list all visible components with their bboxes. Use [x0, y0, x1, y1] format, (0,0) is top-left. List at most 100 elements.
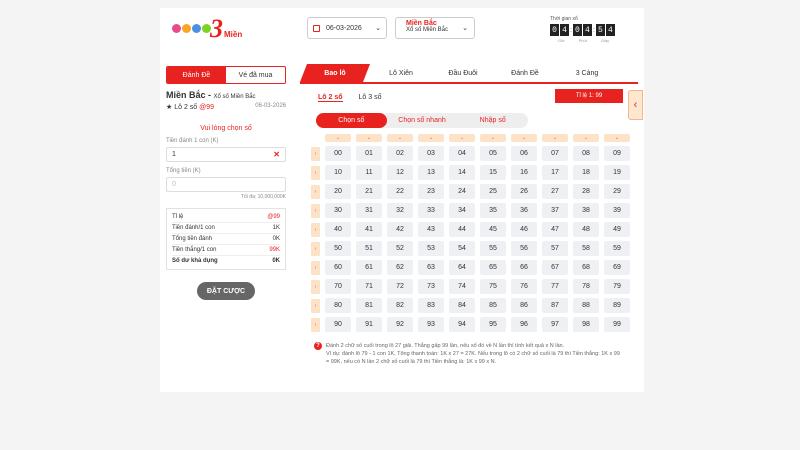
number-cell[interactable]: 05 — [480, 146, 506, 161]
number-cell[interactable]: 75 — [480, 279, 506, 294]
number-cell[interactable]: 22 — [387, 184, 413, 199]
select-column-button[interactable]: ⌄ — [449, 134, 475, 142]
number-cell[interactable]: 08 — [573, 146, 599, 161]
number-cell[interactable]: 87 — [542, 298, 568, 313]
collapse-panel-button[interactable]: ‹ — [628, 90, 643, 120]
number-cell[interactable]: 72 — [387, 279, 413, 294]
number-cell[interactable]: 36 — [511, 203, 537, 218]
number-cell[interactable]: 20 — [325, 184, 351, 199]
number-cell[interactable]: 41 — [356, 222, 382, 237]
number-cell[interactable]: 49 — [604, 222, 630, 237]
select-column-button[interactable]: ⌄ — [480, 134, 506, 142]
number-cell[interactable]: 33 — [418, 203, 444, 218]
subtab-lo-2-so[interactable]: Lô 2 số — [318, 94, 343, 102]
number-cell[interactable]: 06 — [511, 146, 537, 161]
number-cell[interactable]: 80 — [325, 298, 351, 313]
number-cell[interactable]: 86 — [511, 298, 537, 313]
number-cell[interactable]: 42 — [387, 222, 413, 237]
mode-chon-so[interactable]: Chọn số — [316, 113, 387, 128]
number-cell[interactable]: 96 — [511, 317, 537, 332]
number-cell[interactable]: 26 — [511, 184, 537, 199]
number-cell[interactable]: 17 — [542, 165, 568, 180]
number-cell[interactable]: 24 — [449, 184, 475, 199]
number-cell[interactable]: 68 — [573, 260, 599, 275]
select-column-button[interactable]: ⌄ — [387, 134, 413, 142]
number-cell[interactable]: 95 — [480, 317, 506, 332]
number-cell[interactable]: 29 — [604, 184, 630, 199]
number-cell[interactable]: 31 — [356, 203, 382, 218]
number-cell[interactable]: 44 — [449, 222, 475, 237]
number-cell[interactable]: 56 — [511, 241, 537, 256]
clear-icon[interactable]: ✕ — [273, 150, 280, 159]
number-cell[interactable]: 98 — [573, 317, 599, 332]
region-select[interactable]: Miền Bắc Xổ số Miền Bắc ⌄ — [395, 17, 475, 39]
number-cell[interactable]: 57 — [542, 241, 568, 256]
number-cell[interactable]: 53 — [418, 241, 444, 256]
number-cell[interactable]: 13 — [418, 165, 444, 180]
select-row-button[interactable]: › — [311, 279, 320, 294]
number-cell[interactable]: 70 — [325, 279, 351, 294]
number-cell[interactable]: 39 — [604, 203, 630, 218]
number-cell[interactable]: 19 — [604, 165, 630, 180]
select-column-button[interactable]: ⌄ — [573, 134, 599, 142]
select-row-button[interactable]: › — [311, 317, 320, 332]
select-row-button[interactable]: › — [311, 222, 320, 237]
number-cell[interactable]: 71 — [356, 279, 382, 294]
number-cell[interactable]: 23 — [418, 184, 444, 199]
select-row-button[interactable]: › — [311, 165, 320, 180]
number-cell[interactable]: 40 — [325, 222, 351, 237]
number-cell[interactable]: 09 — [604, 146, 630, 161]
number-cell[interactable]: 60 — [325, 260, 351, 275]
number-cell[interactable]: 02 — [387, 146, 413, 161]
number-cell[interactable]: 94 — [449, 317, 475, 332]
number-cell[interactable]: 32 — [387, 203, 413, 218]
per-unit-input[interactable]: 1 ✕ — [166, 147, 286, 162]
tab-dau-duoi[interactable]: Đầu Đuôi — [432, 64, 494, 82]
tab-bao-lo[interactable]: Bao lô — [300, 64, 370, 82]
number-cell[interactable]: 69 — [604, 260, 630, 275]
select-column-button[interactable]: ⌄ — [325, 134, 351, 142]
select-row-button[interactable]: › — [311, 260, 320, 275]
subtab-lo-3-so[interactable]: Lô 3 số — [359, 94, 382, 102]
tab-ve-da-mua[interactable]: Vé đã mua — [226, 67, 285, 83]
number-cell[interactable]: 91 — [356, 317, 382, 332]
number-cell[interactable]: 84 — [449, 298, 475, 313]
number-cell[interactable]: 27 — [542, 184, 568, 199]
select-row-button[interactable]: › — [311, 203, 320, 218]
number-cell[interactable]: 46 — [511, 222, 537, 237]
number-cell[interactable]: 38 — [573, 203, 599, 218]
number-cell[interactable]: 76 — [511, 279, 537, 294]
number-cell[interactable]: 34 — [449, 203, 475, 218]
number-cell[interactable]: 93 — [418, 317, 444, 332]
number-cell[interactable]: 43 — [418, 222, 444, 237]
number-cell[interactable]: 83 — [418, 298, 444, 313]
number-cell[interactable]: 90 — [325, 317, 351, 332]
number-cell[interactable]: 03 — [418, 146, 444, 161]
number-cell[interactable]: 07 — [542, 146, 568, 161]
mode-chon-so-nhanh[interactable]: Chọn số nhanh — [387, 113, 458, 128]
number-cell[interactable]: 97 — [542, 317, 568, 332]
tab-3-cang[interactable]: 3 Càng — [556, 64, 618, 82]
select-row-button[interactable]: › — [311, 184, 320, 199]
number-cell[interactable]: 50 — [325, 241, 351, 256]
total-input[interactable]: 0 — [166, 177, 286, 192]
number-cell[interactable]: 30 — [325, 203, 351, 218]
number-cell[interactable]: 28 — [573, 184, 599, 199]
number-cell[interactable]: 73 — [418, 279, 444, 294]
date-picker[interactable]: 06-03-2026 ⌄ — [307, 17, 387, 39]
select-column-button[interactable]: ⌄ — [542, 134, 568, 142]
number-cell[interactable]: 61 — [356, 260, 382, 275]
number-cell[interactable]: 88 — [573, 298, 599, 313]
select-column-button[interactable]: ⌄ — [356, 134, 382, 142]
number-cell[interactable]: 78 — [573, 279, 599, 294]
number-cell[interactable]: 52 — [387, 241, 413, 256]
number-cell[interactable]: 01 — [356, 146, 382, 161]
number-cell[interactable]: 79 — [604, 279, 630, 294]
select-column-button[interactable]: ⌄ — [418, 134, 444, 142]
number-cell[interactable]: 65 — [480, 260, 506, 275]
number-cell[interactable]: 21 — [356, 184, 382, 199]
tab-danh-de[interactable]: Đánh Đề — [167, 67, 226, 83]
select-column-button[interactable]: ⌄ — [604, 134, 630, 142]
number-cell[interactable]: 14 — [449, 165, 475, 180]
select-column-button[interactable]: ⌄ — [511, 134, 537, 142]
